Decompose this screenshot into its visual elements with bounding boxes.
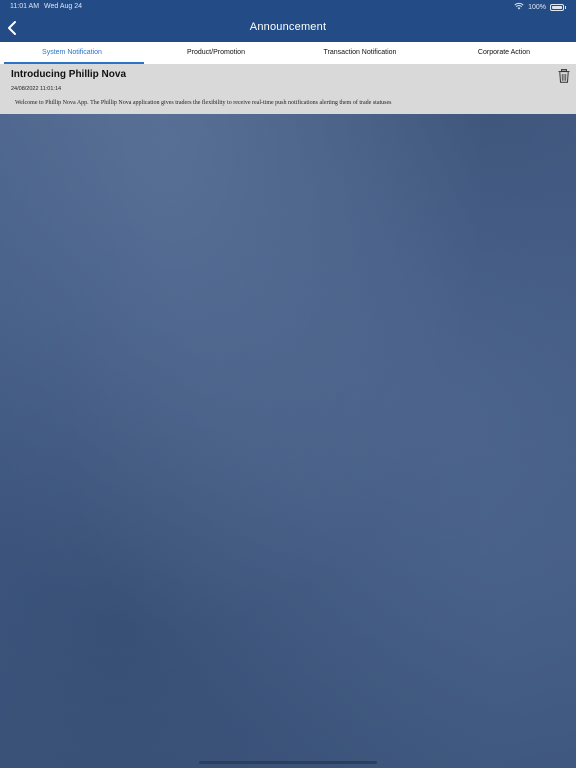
status-time: 11:01 AM — [10, 3, 40, 10]
tab-product-promotion[interactable]: Product/Promotion — [144, 42, 288, 64]
notification-body: Welcome to Phillip Nova App. The Phillip… — [15, 100, 392, 106]
battery-icon — [550, 3, 564, 11]
notification-title: Introducing Phillip Nova — [11, 69, 126, 80]
notification-item[interactable]: Introducing Phillip Nova 24/08/2022 11:0… — [0, 64, 576, 114]
battery-tip — [565, 5, 566, 9]
tab-bar: System Notification Product/Promotion Tr… — [0, 42, 576, 64]
battery-percent: 100% — [528, 3, 546, 11]
home-indicator[interactable] — [199, 761, 377, 764]
trash-icon — [558, 69, 570, 87]
tab-transaction-notification[interactable]: Transaction Notification — [288, 42, 432, 64]
status-indicators: 100% — [514, 2, 566, 12]
wifi-icon — [514, 2, 524, 12]
delete-button[interactable] — [558, 69, 570, 83]
tab-corporate-action[interactable]: Corporate Action — [432, 42, 576, 64]
notification-date: 24/08/2022 11:01:14 — [11, 86, 62, 92]
status-date: Wed Aug 24 — [44, 3, 83, 10]
app-header: 11:01 AM Wed Aug 24 100% Announcement — [0, 0, 576, 42]
tab-system-notification[interactable]: System Notification — [0, 42, 144, 64]
page-title: Announcement — [249, 21, 327, 33]
